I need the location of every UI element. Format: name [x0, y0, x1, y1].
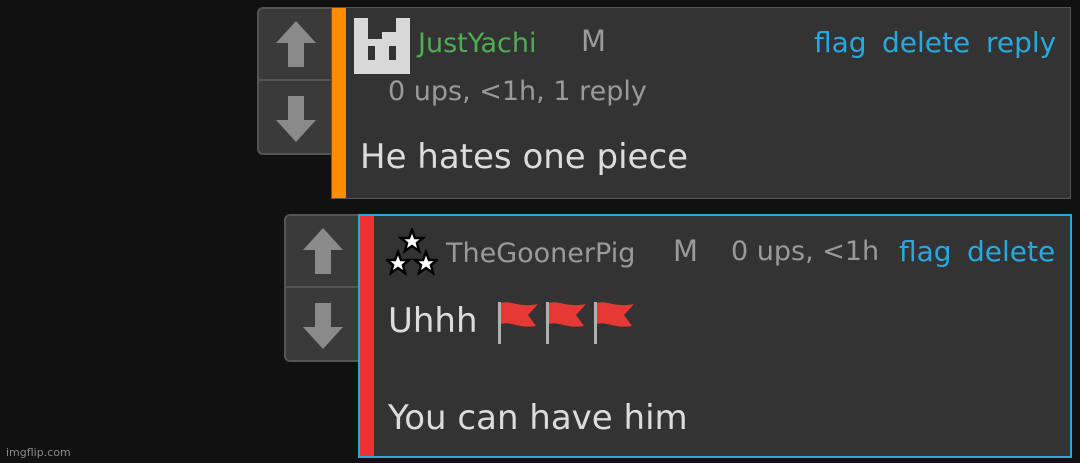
comment-meta: 0 ups, <1h, 1 reply [388, 76, 647, 107]
downvote-button[interactable] [259, 83, 333, 153]
comment-body: He hates one piece [360, 137, 689, 177]
user-badge: M [673, 234, 699, 268]
comment-username[interactable]: TheGoonerPig [446, 238, 635, 269]
watermark: imgflip.com [6, 446, 71, 459]
comment-body: Uhhh [388, 301, 478, 341]
delete-link[interactable]: delete [967, 235, 1055, 268]
arrow-down-icon [303, 303, 343, 349]
flag-link[interactable]: flag [899, 235, 952, 268]
upvote-button[interactable] [286, 216, 360, 288]
upvote-button[interactable] [259, 9, 333, 81]
red-flag-emoji-group [492, 298, 636, 344]
arrow-up-icon [276, 21, 316, 67]
comment-2: TheGoonerPig M 0 ups, <1h flag delete Uh… [358, 214, 1072, 458]
red-flag-icon [545, 302, 586, 344]
comment-1: JustYachi M flag delete reply 0 ups, <1h… [331, 7, 1071, 199]
red-flag-icon [593, 302, 634, 344]
comment-username[interactable]: JustYachi [418, 28, 537, 59]
user-badge: M [581, 24, 607, 58]
vote-box-1 [257, 7, 333, 155]
flag-link[interactable]: flag [814, 26, 867, 59]
red-flag-icon [497, 302, 538, 344]
comment-depth-stripe [360, 216, 374, 456]
reply-link[interactable]: reply [986, 26, 1056, 59]
vote-box-2 [284, 214, 360, 362]
comment-depth-stripe [332, 8, 346, 198]
arrow-down-icon [276, 96, 316, 142]
three-stars-icon[interactable] [386, 228, 438, 276]
delete-link[interactable]: delete [882, 26, 970, 59]
pixel-face-icon[interactable] [354, 18, 410, 74]
comment-meta: 0 ups, <1h [731, 236, 880, 267]
comment-body-line-2: You can have him [388, 398, 688, 438]
comment-body-line-1: Uhhh [388, 298, 636, 344]
arrow-up-icon [303, 228, 343, 274]
downvote-button[interactable] [286, 290, 360, 360]
